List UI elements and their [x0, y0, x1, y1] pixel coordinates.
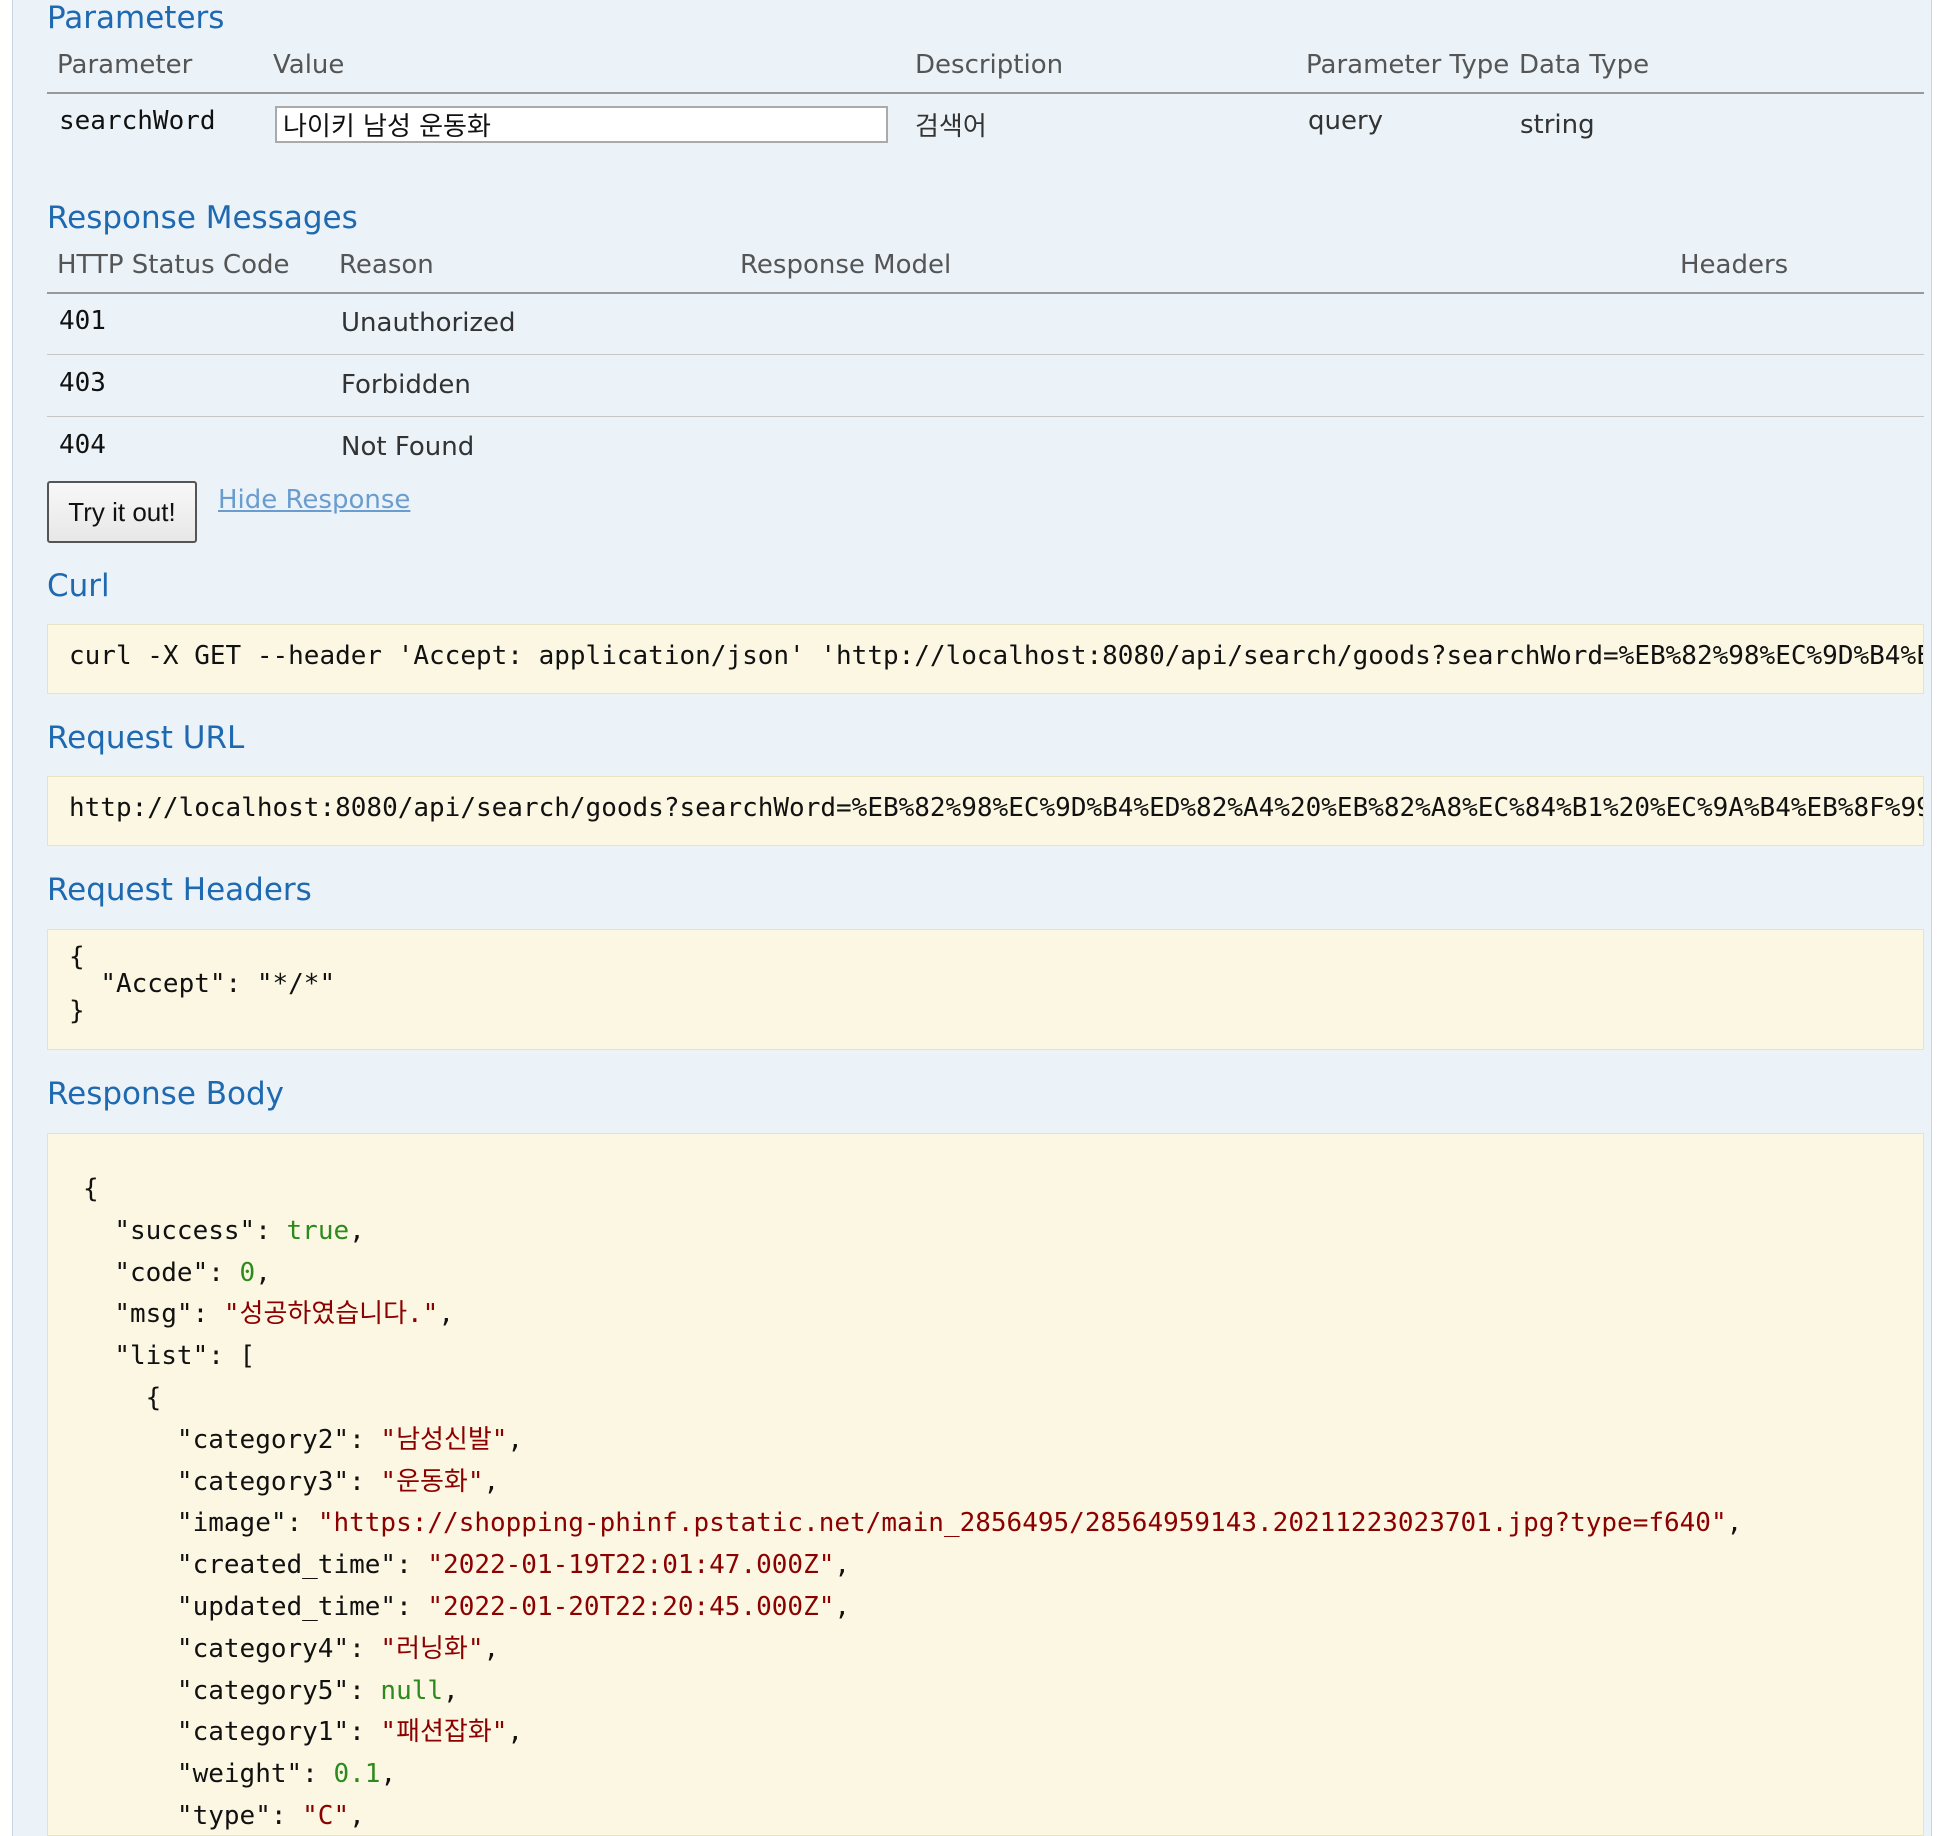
json-weight-value: 0.1	[333, 1759, 381, 1790]
json-brace: }	[69, 996, 85, 1026]
json-brace: {	[69, 942, 85, 972]
json-brace: {	[83, 1174, 99, 1204]
hide-response-link[interactable]: Hide Response	[218, 485, 410, 515]
row-divider	[47, 416, 1924, 417]
header-line: "Accept": "*/*"	[100, 969, 336, 999]
parameters-heading: Parameters	[47, 0, 225, 36]
response-messages-heading: Response Messages	[47, 200, 358, 236]
json-bracket: [	[239, 1341, 256, 1372]
operation-panel: Parameters Parameter Value Description P…	[12, 0, 1932, 1836]
param-type: query	[1308, 106, 1384, 136]
json-updated-time-value: "2022-01-20T22:20:45.000Z"	[427, 1591, 835, 1622]
response-json: { "success": true, "code": 0, "msg": "성공…	[83, 1174, 1743, 1831]
resp-col-status: HTTP Status Code	[57, 250, 290, 280]
param-description: 검색어	[915, 112, 987, 142]
resp-col-reason: Reason	[339, 250, 434, 280]
try-it-out-button[interactable]: Try it out!	[47, 481, 197, 543]
response-code: 403	[59, 368, 106, 398]
json-msg-value: "성공하였습니다."	[223, 1299, 439, 1330]
request-url-block: http://localhost:8080/api/search/goods?s…	[47, 776, 1924, 846]
json-brace: {	[145, 1382, 162, 1413]
resp-col-model: Response Model	[740, 250, 952, 280]
row-divider	[47, 354, 1924, 355]
response-code: 404	[59, 430, 106, 460]
json-category3-value: "운동화"	[380, 1466, 484, 1497]
request-url-text: http://localhost:8080/api/search/goods?s…	[69, 793, 1924, 823]
request-url-heading: Request URL	[47, 720, 245, 756]
json-success-value: true	[286, 1215, 350, 1246]
json-code-value: 0	[239, 1257, 256, 1288]
response-reason: Not Found	[341, 432, 475, 462]
request-headers-heading: Request Headers	[47, 872, 312, 908]
response-body-heading: Response Body	[47, 1076, 284, 1112]
resp-col-headers: Headers	[1680, 250, 1789, 280]
request-headers-block: { "Accept": "*/*" }	[47, 929, 1924, 1050]
curl-command: curl -X GET --header 'Accept: applicatio…	[69, 641, 1923, 671]
param-col-description: Description	[915, 50, 1064, 80]
param-col-value: Value	[273, 50, 345, 80]
json-category4-value: "러닝화"	[380, 1633, 484, 1664]
param-col-parameter: Parameter	[57, 50, 193, 80]
param-col-parameter-type: Parameter Type	[1306, 50, 1510, 80]
json-created-time-value: "2022-01-19T22:01:47.000Z"	[427, 1550, 835, 1581]
json-category5-value: null	[380, 1675, 444, 1706]
response-code: 401	[59, 306, 106, 336]
json-type-value: "C"	[302, 1800, 350, 1831]
json-image-value: "https://shopping-phinf.pstatic.net/main…	[317, 1508, 1727, 1539]
search-word-input[interactable]	[275, 106, 888, 143]
resp-header-divider	[47, 292, 1924, 294]
param-data-type: string	[1520, 110, 1595, 140]
curl-block: curl -X GET --header 'Accept: applicatio…	[47, 624, 1924, 694]
response-reason: Unauthorized	[341, 308, 516, 338]
response-body-block: { "success": true, "code": 0, "msg": "성공…	[47, 1133, 1924, 1836]
param-name: searchWord	[59, 106, 216, 136]
param-col-data-type: Data Type	[1519, 50, 1650, 80]
param-header-divider	[47, 92, 1924, 94]
json-category1-value: "패션잡화"	[380, 1717, 508, 1748]
curl-heading: Curl	[47, 568, 110, 604]
response-reason: Forbidden	[341, 370, 471, 400]
json-category2-value: "남성신발"	[380, 1424, 508, 1455]
